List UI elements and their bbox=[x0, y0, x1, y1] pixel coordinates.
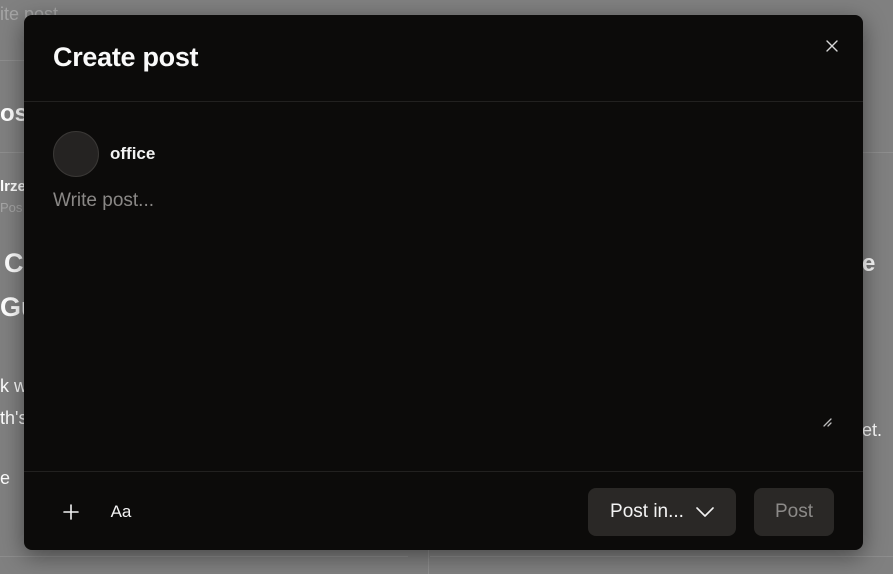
background-body: e bbox=[0, 468, 11, 488]
resize-handle-icon[interactable] bbox=[821, 416, 832, 427]
dialog-title: Create post bbox=[53, 42, 199, 72]
background-author: lrze bbox=[0, 178, 26, 195]
background-meta: Pos bbox=[0, 200, 23, 215]
post-input[interactable] bbox=[53, 190, 834, 430]
close-icon bbox=[826, 40, 838, 52]
background-body: k w bbox=[0, 376, 27, 396]
text-format-button[interactable]: Aa bbox=[108, 499, 134, 525]
divider bbox=[0, 556, 408, 557]
dialog-footer: Aa Post in... Post bbox=[24, 471, 863, 550]
author-name: office bbox=[110, 144, 156, 163]
text-format-icon: Aa bbox=[110, 502, 132, 521]
plus-icon bbox=[63, 504, 79, 520]
chevron-down-icon bbox=[696, 507, 714, 517]
post-in-dropdown[interactable]: Post in... bbox=[588, 488, 736, 536]
post-in-label: Post in... bbox=[610, 501, 684, 522]
divider bbox=[430, 556, 893, 557]
background-body: et. bbox=[862, 420, 883, 440]
add-attachment-button[interactable] bbox=[60, 499, 82, 525]
divider bbox=[428, 550, 429, 574]
dialog-header: Create post bbox=[24, 15, 863, 102]
post-button-label: Post bbox=[774, 501, 814, 522]
post-button[interactable]: Post bbox=[754, 488, 834, 536]
background-title: e bbox=[862, 250, 876, 277]
avatar bbox=[53, 131, 99, 177]
create-post-dialog: Create post office Aa Post in... bbox=[24, 15, 863, 550]
post-author: office bbox=[53, 131, 155, 177]
close-button[interactable] bbox=[821, 35, 843, 57]
background-title: C bbox=[4, 248, 24, 278]
